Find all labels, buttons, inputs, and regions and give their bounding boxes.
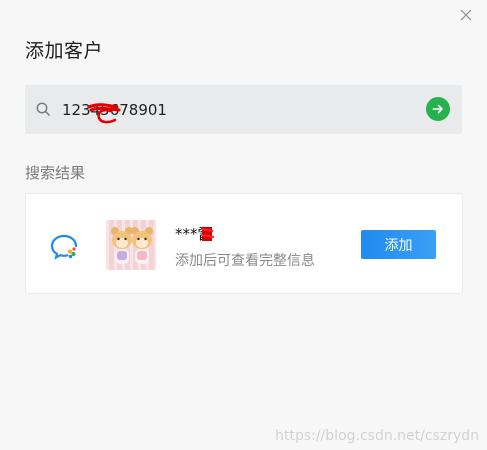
- contact-name: ***雷: [175, 225, 213, 243]
- results-label: 搜索结果: [25, 164, 86, 182]
- arrow-right-icon: [432, 104, 443, 114]
- close-button[interactable]: [457, 6, 475, 24]
- search-input[interactable]: [62, 85, 412, 134]
- dialog-title: 添加客户: [25, 40, 104, 62]
- contact-hint: 添加后可查看完整信息: [175, 253, 315, 269]
- close-icon: [460, 9, 472, 21]
- watermark: https://blog.csdn.net/cszrydn: [275, 428, 479, 444]
- avatar: [106, 220, 156, 270]
- search-submit-button[interactable]: [426, 97, 450, 121]
- search-box[interactable]: [25, 85, 462, 134]
- search-icon: [36, 102, 50, 116]
- result-card: ***雷 添加后可查看完整信息 添加: [25, 193, 463, 294]
- wecom-icon: [50, 234, 78, 260]
- add-button[interactable]: 添加: [361, 230, 436, 259]
